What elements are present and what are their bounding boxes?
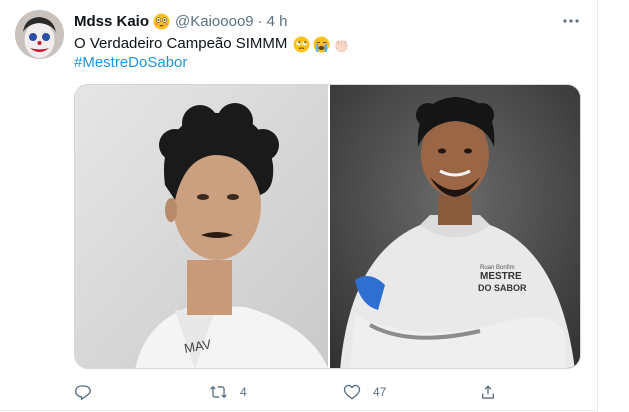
more-icon <box>563 19 579 23</box>
share-icon <box>482 385 494 399</box>
media-grid: MAV MESTRE DO SABOR Ruan Bonfim <box>74 84 581 369</box>
retweet-count: 4 <box>240 385 247 399</box>
svg-text:DO SABOR: DO SABOR <box>478 283 527 293</box>
heart-icon <box>343 384 361 400</box>
svg-text:Ruan Bonfim: Ruan Bonfim <box>480 265 515 271</box>
retweet-icon <box>210 385 227 399</box>
timeline-divider <box>597 0 598 412</box>
timestamp[interactable]: 4 h <box>267 13 288 30</box>
tweet-body: O Verdadeiro Campeão SIMMM <box>74 35 288 52</box>
tweet-divider <box>0 410 598 411</box>
tweet-header: Mdss Kaio @Kaioooo9 · 4 h <box>74 11 288 31</box>
photo-1[interactable]: MAV <box>75 85 328 368</box>
crying-face-emoji-icon <box>313 36 330 53</box>
raised-fist-emoji-icon <box>333 36 350 53</box>
flushed-face-emoji-icon <box>153 13 170 30</box>
more-options-button[interactable] <box>561 11 581 31</box>
user-handle[interactable]: @Kaioooo9 <box>175 13 254 30</box>
svg-text:MESTRE: MESTRE <box>480 271 522 282</box>
retweet-button[interactable]: 4 <box>209 380 247 404</box>
reply-button[interactable] <box>74 380 104 404</box>
tweet[interactable]: Mdss Kaio @Kaioooo9 · 4 h O Verdadeiro C… <box>0 0 597 410</box>
hashtag-link[interactable]: #MestreDoSabor <box>74 53 187 73</box>
rolling-eyes-emoji-icon <box>293 36 310 53</box>
share-button[interactable] <box>479 380 509 404</box>
avatar[interactable] <box>15 10 64 59</box>
like-button[interactable]: 47 <box>343 380 386 404</box>
photo-2[interactable]: MESTRE DO SABOR Ruan Bonfim <box>330 85 580 368</box>
tweet-actions: 4 47 <box>74 380 504 404</box>
reply-icon <box>75 385 91 400</box>
display-name[interactable]: Mdss Kaio <box>74 13 149 30</box>
tweet-text: O Verdadeiro Campeão SIMMM <box>74 34 350 54</box>
like-count: 47 <box>373 385 387 399</box>
separator-dot: · <box>257 12 263 30</box>
